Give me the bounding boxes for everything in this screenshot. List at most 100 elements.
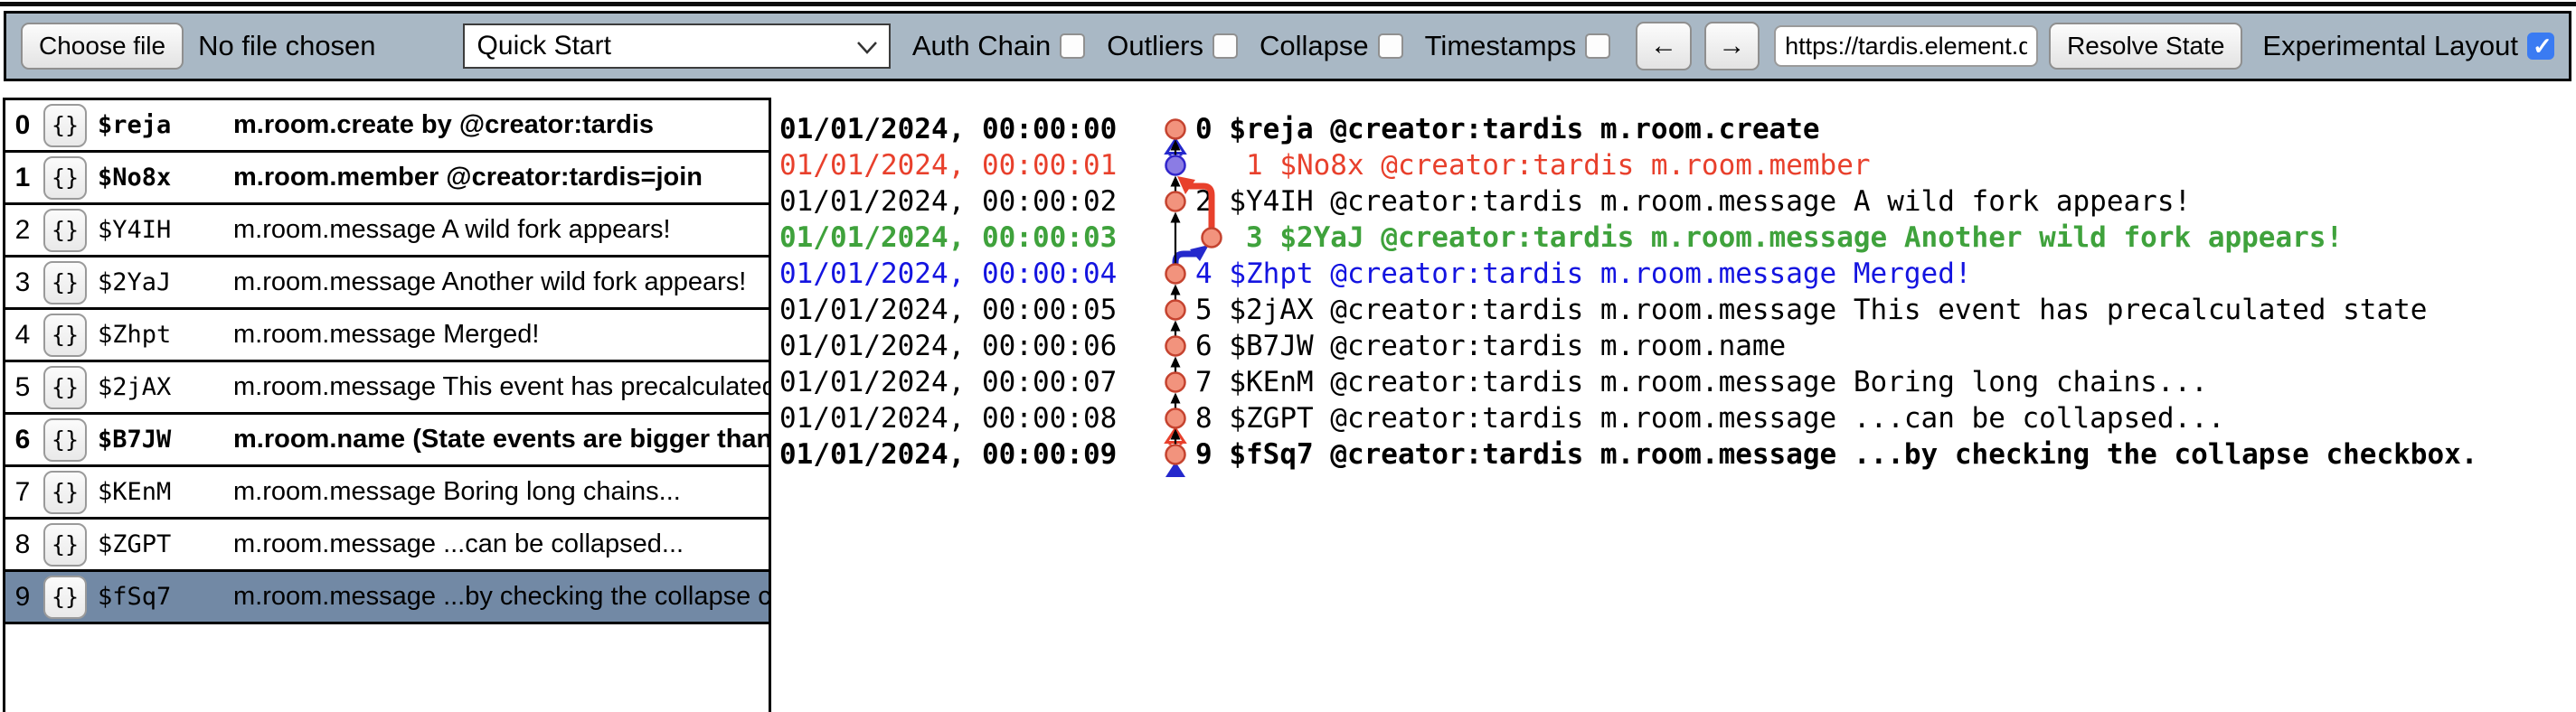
timeline-event-line[interactable]: 1 $No8x @creator:tardis m.room.member xyxy=(1195,147,1871,183)
event-index: 9 xyxy=(5,582,40,613)
timeline-event-line[interactable]: 4 $Zhpt @creator:tardis m.room.message M… xyxy=(1195,256,1972,292)
view-json-button[interactable]: {} xyxy=(43,418,87,462)
timeline-timestamp: 01/01/2024, 00:00:03 xyxy=(779,220,1117,256)
view-json-button[interactable]: {} xyxy=(43,156,87,200)
dag-event-node[interactable] xyxy=(1166,373,1185,392)
dag-event-node[interactable] xyxy=(1166,156,1185,175)
event-index: 1 xyxy=(5,163,40,193)
event-list-row[interactable]: 8 {} $ZGPT m.room.message ...can be coll… xyxy=(5,520,769,572)
view-json-button[interactable]: {} xyxy=(43,471,87,514)
collapse-label: Collapse xyxy=(1260,30,1369,62)
timeline-event-line[interactable]: 6 $B7JW @creator:tardis m.room.name xyxy=(1195,328,1786,364)
event-index: 8 xyxy=(5,529,40,560)
timeline-timestamp: 01/01/2024, 00:00:04 xyxy=(779,256,1117,292)
event-list-row[interactable]: 4 {} $Zhpt m.room.message Merged! xyxy=(5,310,769,362)
dag-arrowhead xyxy=(1171,393,1181,404)
timeline-event-line[interactable]: 2 $Y4IH @creator:tardis m.room.message A… xyxy=(1195,183,2191,220)
view-json-button[interactable]: {} xyxy=(43,576,87,619)
dag-event-node[interactable] xyxy=(1166,337,1185,356)
event-list-row[interactable]: 9 {} $fSq7 m.room.message ...by checking… xyxy=(5,572,769,624)
preset-select[interactable]: Quick Start xyxy=(463,23,891,69)
event-list-row[interactable]: 0 {} $reja m.room.create by @creator:tar… xyxy=(5,100,769,153)
view-json-button[interactable]: {} xyxy=(43,209,87,252)
dag-event-node[interactable] xyxy=(1166,409,1185,428)
timeline-timestamp: 01/01/2024, 00:00:02 xyxy=(779,183,1117,220)
dag-event-node[interactable] xyxy=(1166,192,1185,211)
event-summary: m.room.message ...by checking the collap… xyxy=(233,582,769,612)
timeline-timestamp: 01/01/2024, 00:00:06 xyxy=(779,328,1117,364)
event-list-row[interactable]: 2 {} $Y4IH m.room.message A wild fork ap… xyxy=(5,205,769,258)
experimental-layout-checkbox[interactable] xyxy=(2527,33,2554,60)
timeline-timestamp: 01/01/2024, 00:00:00 xyxy=(779,111,1117,147)
choose-file-button[interactable]: Choose file xyxy=(21,23,184,70)
event-summary: m.room.message Another wild fork appears… xyxy=(233,267,746,297)
view-json-button[interactable]: {} xyxy=(43,523,87,567)
dag-edge-merge-blue xyxy=(1175,254,1196,265)
dag-event-node[interactable] xyxy=(1166,265,1185,284)
resolve-state-button[interactable]: Resolve State xyxy=(2049,23,2242,70)
event-id: $Zhpt xyxy=(98,321,233,349)
step-forward-button[interactable]: → xyxy=(1704,22,1760,70)
event-summary: m.room.message Boring long chains... xyxy=(233,477,681,507)
auth-chain-label: Auth Chain xyxy=(912,30,1051,62)
no-file-chosen-label: No file chosen xyxy=(198,30,375,62)
timeline-event-line[interactable]: 8 $ZGPT @creator:tardis m.room.message .… xyxy=(1195,400,2224,436)
event-list-row[interactable]: 7 {} $KEnM m.room.message Boring long ch… xyxy=(5,467,769,520)
event-id: $No8x xyxy=(98,164,233,192)
event-index: 2 xyxy=(5,215,40,246)
top-divider xyxy=(0,2,2576,6)
timeline-event-line[interactable]: 5 $2jAX @creator:tardis m.room.message T… xyxy=(1195,292,2427,328)
dag-arrowhead xyxy=(1171,140,1181,151)
view-json-button[interactable]: {} xyxy=(43,314,87,357)
dag-event-node[interactable] xyxy=(1166,301,1185,320)
view-json-button[interactable]: {} xyxy=(43,366,87,409)
event-index: 5 xyxy=(5,372,40,403)
outliers-checkbox[interactable] xyxy=(1213,33,1238,59)
experimental-layout-label: Experimental Layout xyxy=(2262,30,2518,62)
dag-hollow-arrowhead xyxy=(1166,140,1184,154)
event-index: 4 xyxy=(5,320,40,351)
dag-event-node[interactable] xyxy=(1166,445,1185,464)
dag-arrowhead xyxy=(1171,176,1181,187)
event-summary: m.room.message This event has precalcula… xyxy=(233,372,769,402)
event-id: $ZGPT xyxy=(98,530,233,558)
dag-event-node[interactable] xyxy=(1166,120,1185,139)
event-index: 0 xyxy=(5,110,40,141)
timeline-event-line[interactable]: 3 $2YaJ @creator:tardis m.room.message A… xyxy=(1195,220,2343,256)
dag-arrowhead xyxy=(1171,429,1181,440)
event-list-row[interactable]: 3 {} $2YaJ m.room.message Another wild f… xyxy=(5,258,769,310)
timeline-event-line[interactable]: 9 $fSq7 @creator:tardis m.room.message .… xyxy=(1195,436,2477,473)
event-index: 7 xyxy=(5,477,40,508)
event-summary: m.room.member @creator:tardis=join xyxy=(233,163,703,192)
step-back-button[interactable]: ← xyxy=(1636,22,1691,70)
event-summary: m.room.message Merged! xyxy=(233,320,539,350)
dag-hollow-arrowhead xyxy=(1166,429,1184,443)
preset-select-value: Quick Start xyxy=(477,31,611,61)
event-id: $KEnM xyxy=(98,478,233,506)
view-json-button[interactable]: {} xyxy=(43,261,87,304)
timeline-timestamp: 01/01/2024, 00:00:09 xyxy=(779,436,1117,473)
dag-arrowhead xyxy=(1171,285,1181,295)
event-list-row[interactable]: 1 {} $No8x m.room.member @creator:tardis… xyxy=(5,153,769,205)
timeline-event-line[interactable]: 0 $reja @creator:tardis m.room.create xyxy=(1195,111,1820,147)
dag-arrowhead xyxy=(1171,357,1181,368)
view-json-button[interactable]: {} xyxy=(43,104,87,147)
event-id: $2YaJ xyxy=(98,268,233,296)
event-summary: m.room.message ...can be collapsed... xyxy=(233,529,684,559)
server-url-input[interactable] xyxy=(1774,25,2038,67)
event-list-row[interactable]: 6 {} $B7JW m.room.name (State events are… xyxy=(5,415,769,467)
timeline-event-line[interactable]: 7 $KEnM @creator:tardis m.room.message B… xyxy=(1195,364,2208,400)
collapse-checkbox[interactable] xyxy=(1378,33,1403,59)
event-list-row[interactable]: 5 {} $2jAX m.room.message This event has… xyxy=(5,362,769,415)
timeline-timestamp: 01/01/2024, 00:00:07 xyxy=(779,364,1117,400)
dag-arrowhead xyxy=(1171,321,1181,332)
event-id: $2jAX xyxy=(98,373,233,401)
event-id: $reja xyxy=(98,111,233,139)
timestamps-checkbox[interactable] xyxy=(1585,33,1610,59)
auth-chain-checkbox[interactable] xyxy=(1060,33,1085,59)
dag-arrowhead xyxy=(1171,212,1181,223)
timeline-timestamp: 01/01/2024, 00:00:08 xyxy=(779,400,1117,436)
event-summary: m.room.name (State events are bigger tha… xyxy=(233,425,769,454)
event-index: 6 xyxy=(5,425,40,455)
chevron-down-icon xyxy=(856,41,878,55)
